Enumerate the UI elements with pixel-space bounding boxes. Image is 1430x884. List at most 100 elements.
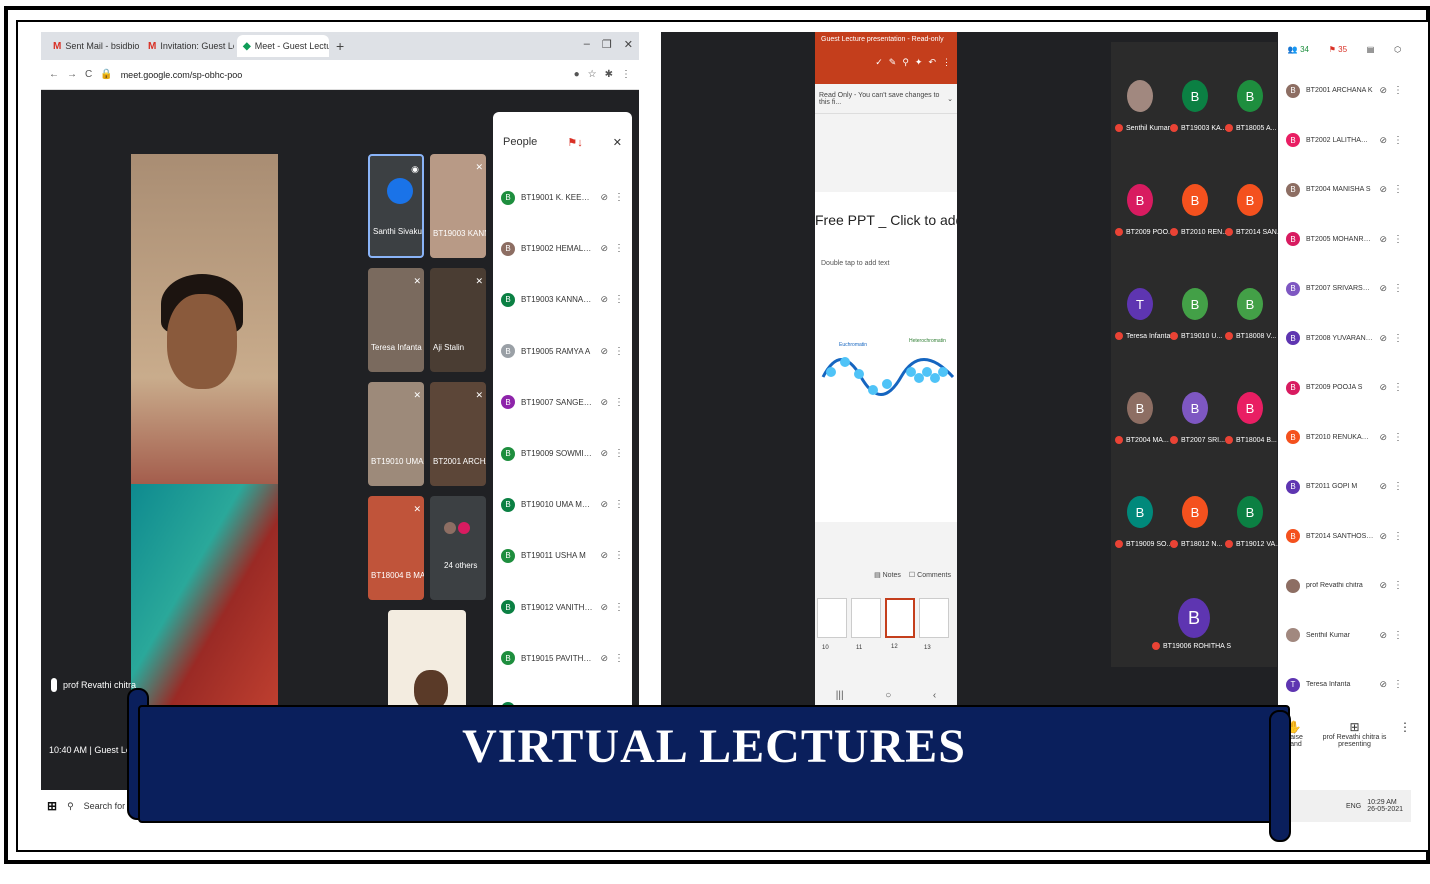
slide-thumbnail-current[interactable]: 12 <box>885 598 915 650</box>
mic-off-icon[interactable]: ⊘ <box>1379 531 1387 542</box>
more-icon[interactable]: ⋮ <box>614 192 624 203</box>
browser-tab[interactable]: MSent Mail - bsidbiotech@rnmcw...✕ <box>47 35 139 57</box>
mic-off-icon[interactable]: ⊘ <box>1379 630 1387 641</box>
list-item[interactable]: B BT2002 LALITHAMBIGA... ⊘ ⋮ <box>1278 116 1411 166</box>
list-item[interactable]: B BT19009 SOWMIYA G ⊘ ⋮ <box>493 428 632 479</box>
grid-tile[interactable]: Senthil Kumar <box>1113 42 1170 146</box>
slide-canvas[interactable]: Free PPT _ Click to add title Double tap… <box>815 192 957 522</box>
back-icon[interactable]: ← <box>49 69 59 80</box>
undo-icon[interactable]: ↶ <box>928 57 936 68</box>
grid-tile[interactable]: B BT2010 REN... <box>1168 146 1228 250</box>
more-icon[interactable]: ⋮ <box>1393 531 1403 542</box>
more-icon[interactable]: ⋮ <box>942 57 951 68</box>
close-icon[interactable]: ✕ <box>613 136 622 149</box>
more-icon[interactable]: ⋮ <box>614 397 624 408</box>
slide-thumbnail[interactable]: 11 <box>851 598 881 651</box>
chevron-down-icon[interactable]: ⌄ <box>947 95 953 103</box>
slide-title[interactable]: Free PPT _ Click to add title <box>815 212 957 228</box>
back-icon[interactable]: ‹ <box>933 690 936 701</box>
mic-off-icon[interactable]: ⊘ <box>1379 580 1387 591</box>
list-item[interactable]: B BT19005 RAMYA A ⊘ ⋮ <box>493 326 632 377</box>
list-item[interactable]: B BT2004 MANISHA S ⊘ ⋮ <box>1278 165 1411 215</box>
more-icon[interactable]: ⋮ <box>1393 333 1403 344</box>
mic-off-icon[interactable]: ⊘ <box>600 294 608 305</box>
others-tile[interactable]: 24 others <box>430 496 486 600</box>
more-icon[interactable]: ⋮ <box>1393 283 1403 294</box>
mic-off-icon[interactable]: ⊘ <box>600 602 608 613</box>
recents-icon[interactable]: ||| <box>836 690 844 701</box>
list-item[interactable]: B BT2010 RENUKADEVI J ⊘ ⋮ <box>1278 413 1411 463</box>
slide-thumbnail[interactable]: 10 <box>817 598 847 651</box>
grid-tile[interactable]: B BT19010 U... <box>1168 250 1223 354</box>
home-icon[interactable]: ○ <box>885 690 891 701</box>
mic-off-icon[interactable]: ⊘ <box>600 346 608 357</box>
more-icon[interactable]: ⋮ <box>614 550 624 561</box>
mic-off-icon[interactable]: ⊘ <box>1379 679 1387 690</box>
list-item[interactable]: prof Revathi chitra ⊘ ⋮ <box>1278 561 1411 611</box>
list-item[interactable]: B BT2011 GOPI M ⊘ ⋮ <box>1278 462 1411 512</box>
more-icon[interactable]: ⋮ <box>614 499 624 510</box>
windows-icon[interactable]: ⊞ <box>47 799 57 813</box>
mic-off-icon[interactable]: ⊘ <box>1379 382 1387 393</box>
url-field[interactable]: meet.google.com/sp-obhc-poo <box>121 70 566 80</box>
more-icon[interactable]: ⋮ <box>614 243 624 254</box>
list-item[interactable]: B BT19001 K. KEERTHANA ⊘ ⋮ <box>493 172 632 223</box>
more-icon[interactable]: ⋮ <box>614 653 624 664</box>
lightbulb-icon[interactable]: ✦ <box>915 57 923 68</box>
notes-button[interactable]: ▤ Notes <box>874 571 901 579</box>
more-icon[interactable]: ⋮ <box>614 294 624 305</box>
forward-icon[interactable]: → <box>67 69 77 80</box>
list-item[interactable]: B BT2005 MOHANRAJ P ⊘ ⋮ <box>1278 215 1411 265</box>
grid-tile[interactable]: T Teresa Infanta <box>1113 250 1170 354</box>
mic-off-icon[interactable]: ⊘ <box>600 192 608 203</box>
chat-icon[interactable]: ▤ <box>1367 45 1375 54</box>
more-icon[interactable]: ⋮ <box>1393 85 1403 96</box>
more-icon[interactable]: ⋮ <box>1393 481 1403 492</box>
grid-tile[interactable]: B BT19003 KA... <box>1168 42 1227 146</box>
check-icon[interactable]: ✓ <box>875 57 883 68</box>
more-icon[interactable]: ⋮ <box>1399 720 1411 780</box>
list-item[interactable]: B BT19003 KANNAGA DUR... ⊘ ⋮ <box>493 274 632 325</box>
menu-icon[interactable]: ⋮ <box>621 69 631 80</box>
mic-off-icon[interactable]: ⊘ <box>600 397 608 408</box>
grid-tile[interactable]: B BT18008 V... <box>1223 250 1278 354</box>
tile[interactable]: ◉Santhi Sivakumar <box>368 154 424 258</box>
more-icon[interactable]: ⋮ <box>614 602 624 613</box>
more-icon[interactable]: ⋮ <box>1393 580 1403 591</box>
tile[interactable]: ✕BT18004 B MALL... <box>368 496 424 600</box>
grid-tile[interactable]: B BT18012 N... <box>1168 458 1223 562</box>
list-item[interactable]: B BT19015 PAVITHRA M ⊘ ⋮ <box>493 633 632 684</box>
more-icon[interactable]: ⋮ <box>614 346 624 357</box>
mic-off-icon[interactable]: ⊘ <box>600 653 608 664</box>
star-icon[interactable]: ☆ <box>588 69 597 80</box>
mic-off-icon[interactable]: ⊘ <box>600 448 608 459</box>
list-item[interactable]: B BT19002 HEMALATHA A ⊘ ⋮ <box>493 223 632 274</box>
grid-tile[interactable]: B BT2014 SAN... <box>1223 146 1283 250</box>
mic-off-icon[interactable]: ⊘ <box>1379 333 1387 344</box>
list-item[interactable]: B BT2014 SANTHOSH KU... ⊘ ⋮ <box>1278 512 1411 562</box>
reload-icon[interactable]: C <box>85 69 92 80</box>
raise-hand-count[interactable]: ⚑ 35 <box>1329 45 1347 54</box>
list-item[interactable]: B BT19010 UMA MAHESHW... ⊘ ⋮ <box>493 479 632 530</box>
grid-tile[interactable]: B BT2007 SRI... <box>1168 354 1225 458</box>
tile[interactable]: ✕BT19003 KANN... <box>430 154 486 258</box>
pen-icon[interactable]: ✎ <box>889 57 897 68</box>
grid-tile[interactable]: B BT2004 MA... <box>1113 354 1169 458</box>
tile[interactable]: ✕ Aji Stalin <box>430 268 486 372</box>
more-icon[interactable]: ⋮ <box>1393 432 1403 443</box>
minimize-icon[interactable]: – <box>584 38 590 51</box>
camera-icon[interactable]: ● <box>574 69 580 80</box>
mic-off-icon[interactable]: ⊘ <box>1379 432 1387 443</box>
mic-off-icon[interactable]: ⊘ <box>1379 481 1387 492</box>
mic-off-icon[interactable]: ⊘ <box>1379 184 1387 195</box>
more-icon[interactable]: ⋮ <box>1393 679 1403 690</box>
slide-thumbnail[interactable]: 13 <box>919 598 949 651</box>
people-count[interactable]: 👥 34 <box>1288 45 1309 54</box>
restore-icon[interactable]: ❐ <box>602 38 612 51</box>
list-item[interactable]: B BT19011 USHA M ⊘ ⋮ <box>493 530 632 581</box>
mic-off-icon[interactable]: ⊘ <box>1379 234 1387 245</box>
presenting-status[interactable]: ⊞ prof Revathi chitra is presenting <box>1310 720 1399 780</box>
browser-tab-active[interactable]: ◆Meet - Guest Lecture Meeti...✕ <box>237 35 329 57</box>
grid-tile[interactable]: B BT18004 B... <box>1223 354 1278 458</box>
more-icon[interactable]: ⋮ <box>614 448 624 459</box>
